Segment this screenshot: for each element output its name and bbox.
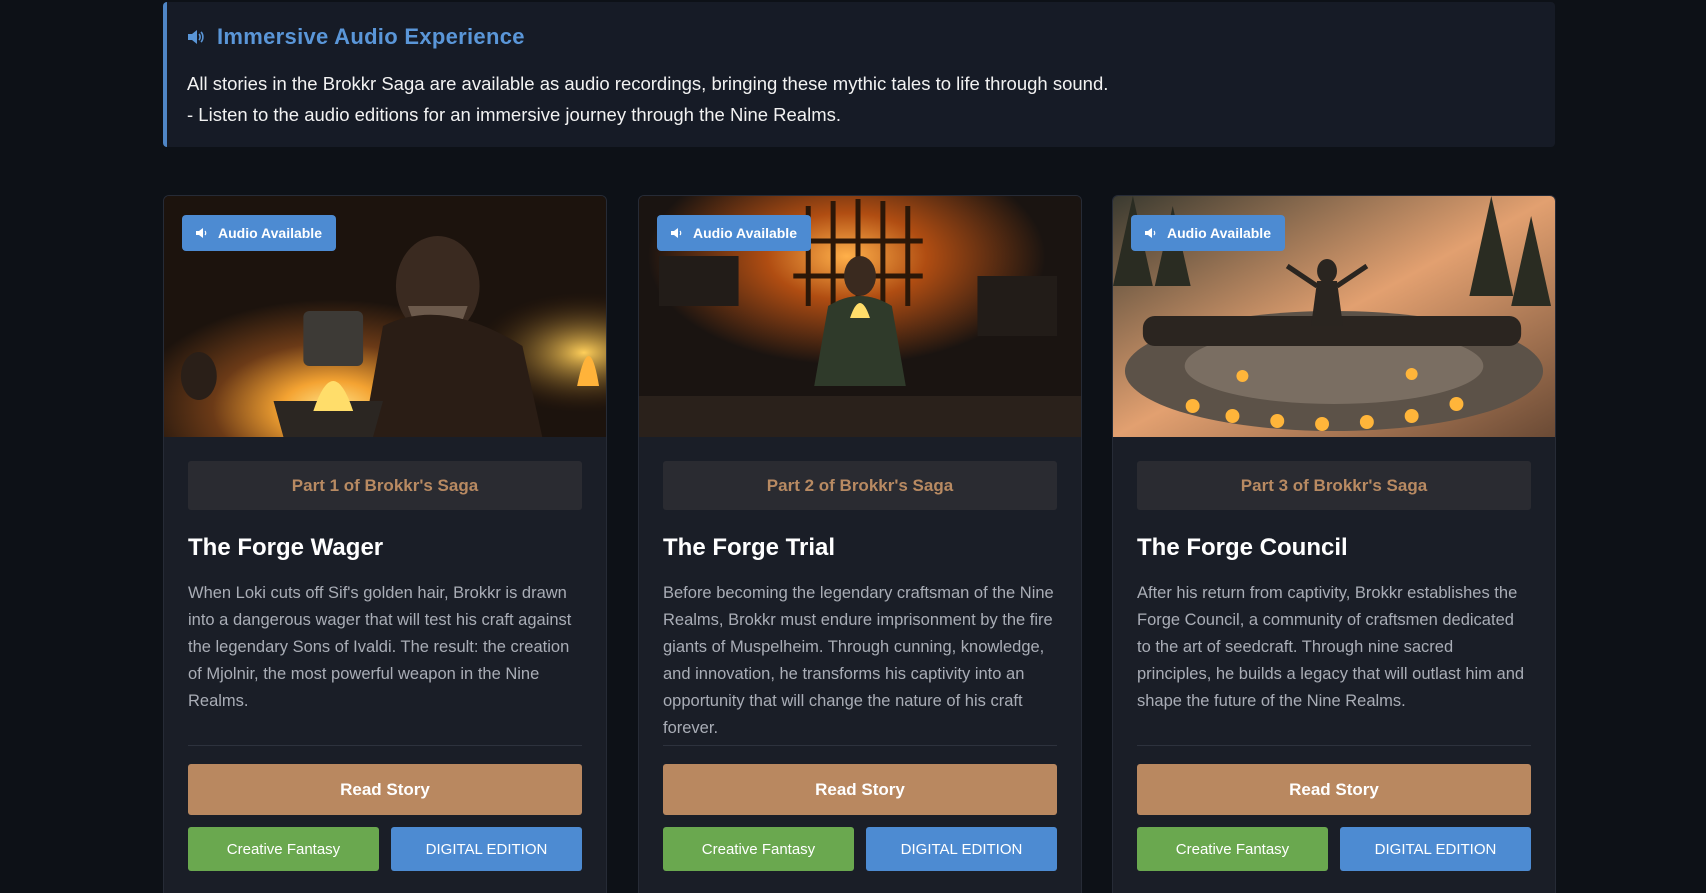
part-label: Part 1 of Brokkr's Saga bbox=[188, 461, 582, 510]
edition-tag[interactable]: DIGITAL EDITION bbox=[1340, 827, 1531, 871]
divider bbox=[1137, 745, 1531, 746]
genre-tag[interactable]: Creative Fantasy bbox=[188, 827, 379, 871]
read-story-button[interactable]: Read Story bbox=[1137, 764, 1531, 815]
divider bbox=[663, 745, 1057, 746]
speaker-icon bbox=[1145, 228, 1156, 238]
speaker-icon bbox=[671, 228, 682, 238]
badge-label: Audio Available bbox=[218, 225, 322, 241]
story-description: Before becoming the legendary craftsman … bbox=[663, 584, 1054, 737]
banner-title: Immersive Audio Experience bbox=[187, 24, 1555, 50]
story-image-1[interactable]: Audio Available bbox=[164, 196, 606, 437]
audio-available-badge: Audio Available bbox=[182, 215, 336, 251]
badge-label: Audio Available bbox=[693, 225, 797, 241]
banner-title-text: Immersive Audio Experience bbox=[217, 24, 525, 49]
banner-line-1: All stories in the Brokkr Saga are avail… bbox=[187, 73, 1109, 94]
story-description: After his return from captivity, Brokkr … bbox=[1137, 584, 1525, 710]
story-description: When Loki cuts off Sif's golden hair, Br… bbox=[188, 584, 572, 710]
audio-banner: Immersive Audio Experience All stories i… bbox=[163, 2, 1555, 147]
story-title: The Forge Council bbox=[1137, 534, 1348, 561]
part-label: Part 2 of Brokkr's Saga bbox=[663, 461, 1057, 510]
story-image-3[interactable]: Audio Available bbox=[1113, 196, 1555, 437]
genre-tag[interactable]: Creative Fantasy bbox=[663, 827, 854, 871]
read-story-button[interactable]: Read Story bbox=[188, 764, 582, 815]
edition-tag[interactable]: DIGITAL EDITION bbox=[866, 827, 1057, 871]
audio-available-badge: Audio Available bbox=[1131, 215, 1285, 251]
badge-label: Audio Available bbox=[1167, 225, 1271, 241]
part-label: Part 3 of Brokkr's Saga bbox=[1137, 461, 1531, 510]
speaker-icon bbox=[196, 228, 207, 238]
story-card-1: Audio Available Part 1 of Brokkr's Saga … bbox=[163, 195, 607, 893]
banner-description: All stories in the Brokkr Saga are avail… bbox=[187, 68, 1555, 130]
speaker-icon bbox=[188, 30, 204, 44]
story-title: The Forge Trial bbox=[663, 534, 836, 561]
story-card-3: Audio Available Part 3 of Brokkr's Saga … bbox=[1112, 195, 1556, 893]
audio-available-badge: Audio Available bbox=[657, 215, 811, 251]
divider bbox=[188, 745, 582, 746]
banner-line-2: - Listen to the audio editions for an im… bbox=[187, 104, 842, 125]
story-title: The Forge Wager bbox=[188, 534, 384, 561]
read-story-button[interactable]: Read Story bbox=[663, 764, 1057, 815]
story-image-2[interactable]: Audio Available bbox=[639, 196, 1081, 437]
edition-tag[interactable]: DIGITAL EDITION bbox=[391, 827, 582, 871]
genre-tag[interactable]: Creative Fantasy bbox=[1137, 827, 1328, 871]
page: Immersive Audio Experience All stories i… bbox=[0, 0, 1706, 893]
story-card-2: Audio Available Part 2 of Brokkr's Saga … bbox=[638, 195, 1082, 893]
